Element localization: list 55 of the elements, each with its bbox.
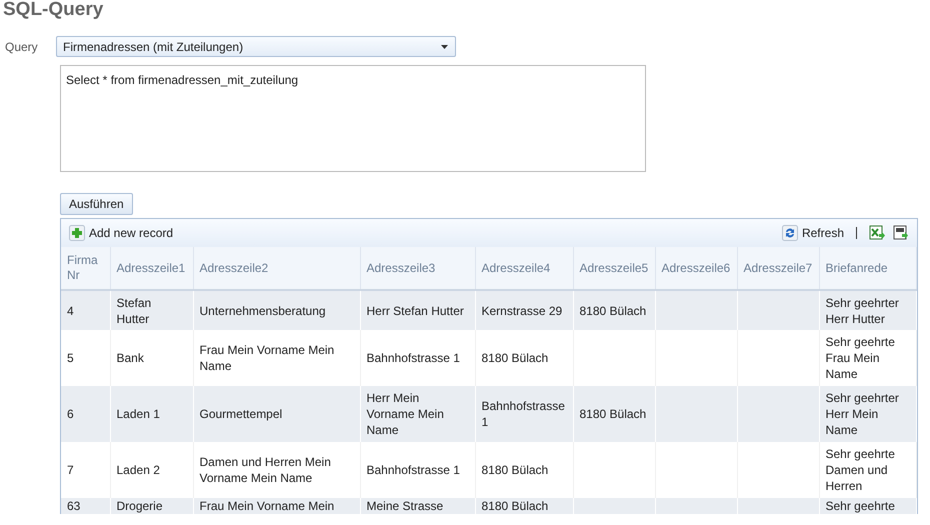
table-cell: Damen und Herren Mein Vorname Mein Name [200,455,331,485]
query-label: Query [4,38,39,56]
column-header[interactable]: Adresszeile7 [737,247,819,290]
table-cell: Sehr geehrter Herr Hutter [826,296,899,326]
table-cell: Frau Mein Vorname Mein [200,499,334,513]
page-title: SQL-Query [3,0,104,20]
table-cell: Sehr geehrter Herr Mein Name [826,391,899,437]
table-cell: Drogerie [116,499,163,513]
table-cell: Meine Strasse [366,499,444,513]
column-header[interactable]: Firma Nr [61,247,110,290]
table-cell: Bahnhofstrasse 1 [482,399,565,429]
table-cell: Frau Mein Vorname Mein Name [200,343,334,373]
column-header[interactable]: Adresszeile1 [110,247,193,290]
table-cell: Sehr geehrte Damen und Herren [826,447,895,493]
table-cell: 8180 Bülach [482,351,548,365]
table-cell: Gourmettempel [200,407,282,421]
plus-icon [69,225,85,241]
table-cell: 7 [67,463,74,477]
query-dropdown[interactable]: Firmenadressen (mit Zuteilungen) [56,36,456,57]
csv-export-button[interactable] [893,225,909,241]
table-cell: Bank [116,351,144,365]
table-cell: Unternehmensberatung [200,304,326,318]
table-cell: Kernstrasse 29 [482,304,562,318]
table-cell: Herr Mein Vorname Mein Name [366,391,444,437]
table-cell: Sehr geehrte Frau Mein Name [826,335,895,381]
table-cell: Laden 1 [116,407,160,421]
caret-icon [441,44,448,48]
refresh-icon [782,225,798,241]
table-cell: Stefan Hutter [116,296,152,326]
table-cell: 8180 Bülach [580,304,646,318]
table-cell: Laden 2 [116,463,160,477]
add-record-button[interactable]: Add new record [69,224,174,242]
table-cell: Bahnhofstrasse 1 [366,351,460,365]
refresh-button[interactable]: Refresh [782,224,844,242]
table-cell: 6 [67,407,74,421]
table-cell: 8180 Bülach [482,499,548,513]
table-cell: Sehr geehrte [826,499,895,513]
table-cell: 63 [67,499,80,513]
spreadsheet-export-icon [869,225,885,241]
table-cell: Bahnhofstrasse 1 [366,463,460,477]
column-header[interactable]: Adresszeile5 [573,247,655,290]
column-header[interactable]: Adresszeile4 [475,247,573,290]
excel-export-button[interactable] [869,225,885,241]
run-button[interactable]: Ausführen [60,193,133,215]
csv-export-icon [893,225,909,241]
column-header[interactable]: Briefanrede [819,247,916,290]
sql-editor[interactable]: Select * from firmenadressen_mit_zuteilung [60,65,646,172]
column-header[interactable]: Adresszeile2 [193,247,360,290]
table-cell: 8180 Bülach [482,463,548,477]
table-cell: 5 [67,351,74,365]
table-cell: Herr Stefan Hutter [366,304,464,318]
column-header[interactable]: Adresszeile3 [360,247,475,290]
column-header[interactable]: Adresszeile6 [655,247,737,290]
table-cell: 8180 Bülach [580,407,646,421]
table-cell: 4 [67,304,74,318]
